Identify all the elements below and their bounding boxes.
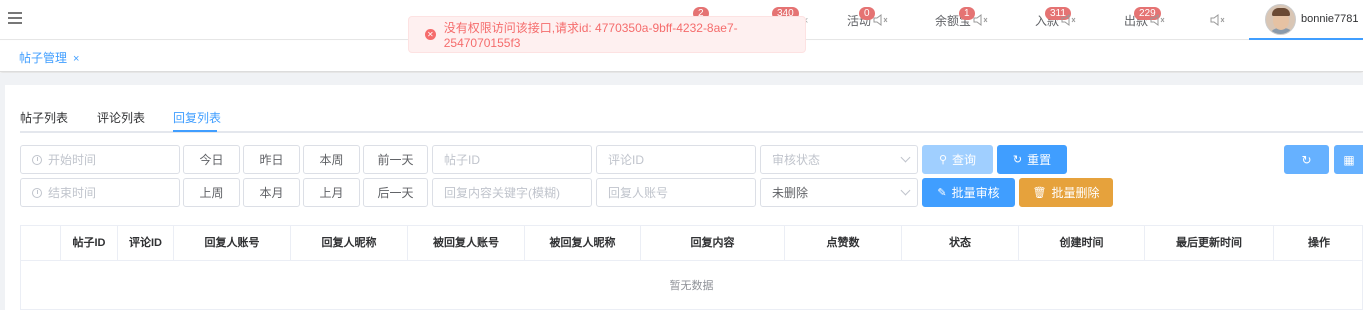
reply-table: 帖子ID 评论ID 回复人账号 回复人昵称 被回复人账号 被回复人昵称 回复内容… (20, 225, 1363, 310)
chevron-down-icon (900, 152, 911, 163)
tab-comment-list[interactable]: 评论列表 (97, 109, 145, 126)
mute-icon[interactable] (1150, 14, 1166, 26)
username: bonnie7781 (1301, 13, 1359, 25)
reset-label: 重置 (1027, 153, 1052, 167)
column-header-created-time: 创建时间 (1019, 226, 1145, 261)
search-icon: ⚲ (938, 154, 948, 166)
hamburger-menu-icon[interactable] (8, 12, 22, 26)
delete-status-value: 未删除 (772, 186, 809, 200)
mute-icon[interactable] (1061, 14, 1077, 26)
toast-message: 没有权限访问该接口,请求id: 4770350a-9bff-4232-8ae7-… (443, 21, 738, 50)
last-week-button[interactable]: 上周 (183, 178, 240, 207)
error-icon: ✕ (425, 29, 436, 40)
nav-item-yuebao[interactable]: 余额宝 1 (935, 0, 989, 40)
reply-account-input[interactable]: 回复人账号 (596, 178, 756, 207)
delete-status-select[interactable]: 未删除 (760, 178, 918, 207)
column-header-replied-account: 被回复人账号 (408, 226, 525, 261)
nav-item-deposit[interactable]: 入款 311 (1035, 0, 1077, 40)
column-header-comment-id: 评论ID (118, 226, 174, 261)
query-label: 查询 (952, 153, 977, 167)
mute-icon[interactable] (1210, 14, 1226, 26)
column-header-status: 状态 (902, 226, 1019, 261)
close-icon[interactable]: × (73, 53, 79, 65)
column-header-likes: 点赞数 (785, 226, 902, 261)
tab-reply-list[interactable]: 回复列表 (173, 109, 221, 126)
refresh-icon: ↻ (1012, 154, 1023, 166)
previous-day-button[interactable]: 前一天 (363, 145, 428, 174)
tag-label: 帖子管理 (19, 51, 68, 65)
column-header-reply-content: 回复内容 (641, 226, 785, 261)
tab-post-list[interactable]: 帖子列表 (20, 109, 68, 126)
avatar (1265, 3, 1296, 35)
this-week-button[interactable]: 本周 (303, 145, 360, 174)
nav-item-activity[interactable]: 活动 0 (847, 0, 889, 40)
yesterday-button[interactable]: 昨日 (243, 145, 300, 174)
column-header-replied-nickname: 被回复人昵称 (525, 226, 641, 261)
column-header-reply-nickname: 回复人昵称 (291, 226, 408, 261)
table-header: 帖子ID 评论ID 回复人账号 回复人昵称 被回复人账号 被回复人昵称 回复内容… (21, 226, 1362, 261)
audit-status-placeholder: 审核状态 (772, 153, 821, 167)
start-time-input[interactable]: 开始时间 (20, 145, 180, 174)
audit-status-select[interactable]: 审核状态 (760, 145, 918, 174)
nav-item-7[interactable] (1208, 0, 1226, 40)
tabs-bar: 帖子列表 评论列表 回复列表 (20, 95, 1363, 133)
batch-delete-button[interactable]: 🗑 批量删除 (1019, 178, 1113, 207)
trash-icon: 🗑 (1032, 187, 1047, 199)
tag-post-management[interactable]: 帖子管理 × (19, 49, 79, 66)
grid-icon: ▦ (1343, 152, 1355, 167)
column-header-actions: 操作 (1308, 237, 1330, 249)
today-button[interactable]: 今日 (183, 145, 240, 174)
end-time-input[interactable]: 结束时间 (20, 178, 180, 207)
refresh-table-button[interactable]: ↻ (1284, 145, 1329, 174)
post-id-input[interactable]: 帖子ID (432, 145, 592, 174)
columns-button[interactable]: ▦ (1334, 145, 1363, 174)
last-month-button[interactable]: 上月 (303, 178, 360, 207)
refresh-icon: ↻ (1301, 152, 1312, 167)
active-tab-indicator (173, 130, 217, 132)
user-menu[interactable]: bonnie7781 (1249, 0, 1363, 40)
comment-id-input[interactable]: 评论ID (596, 145, 756, 174)
clock-icon (32, 154, 42, 165)
query-button[interactable]: ⚲ 查询 (922, 145, 993, 174)
column-header-reply-account: 回复人账号 (174, 226, 291, 261)
start-time-placeholder: 开始时间 (48, 153, 97, 167)
column-header-select[interactable] (21, 226, 61, 261)
reply-keyword-input[interactable]: 回复内容关键字(模糊) (432, 178, 592, 207)
end-time-placeholder: 结束时间 (48, 186, 97, 200)
batch-audit-label: 批量审核 (951, 186, 1000, 200)
chevron-down-icon (900, 185, 911, 196)
next-day-button[interactable]: 后一天 (363, 178, 428, 207)
column-header-updated-time: 最后更新时间 (1145, 226, 1274, 261)
audit-icon: ✎ (937, 187, 947, 199)
this-month-button[interactable]: 本月 (243, 178, 300, 207)
table-empty-text: 暂无数据 (669, 280, 714, 292)
batch-audit-button[interactable]: ✎ 批量审核 (922, 178, 1015, 207)
reset-button[interactable]: ↻ 重置 (997, 145, 1067, 174)
mute-icon[interactable] (873, 14, 889, 26)
column-header-post-id: 帖子ID (61, 226, 118, 261)
batch-delete-label: 批量删除 (1051, 186, 1100, 200)
clock-icon (32, 187, 42, 198)
mute-icon[interactable] (973, 14, 989, 26)
error-toast: ✕ 没有权限访问该接口,请求id: 4770350a-9bff-4232-8ae… (408, 16, 806, 53)
nav-item-withdraw[interactable]: 出款 229 (1124, 0, 1166, 40)
